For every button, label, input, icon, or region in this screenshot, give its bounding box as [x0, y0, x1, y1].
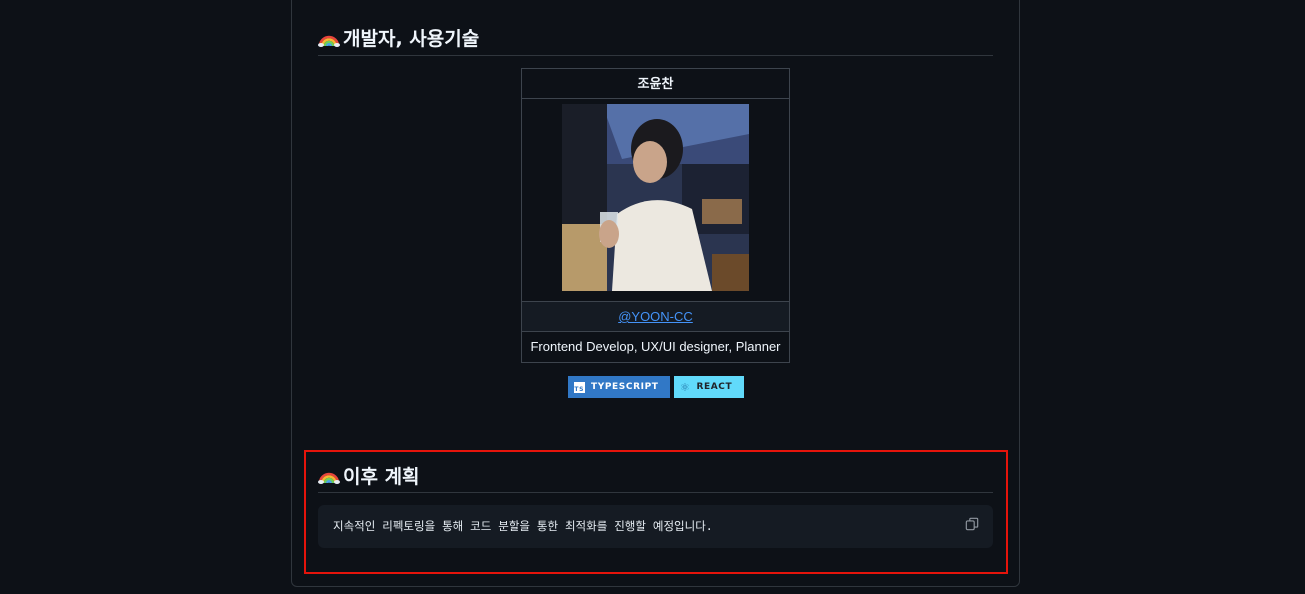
- developer-name: 조윤찬: [522, 69, 789, 99]
- plan-text: 지속적인 리펙토링을 통해 코드 분할을 통한 최적화를 진행할 예정입니다.: [333, 519, 713, 533]
- profile-link[interactable]: @YOON-CC: [618, 309, 693, 324]
- react-icon: ⚛: [680, 380, 691, 394]
- profile-link-cell: @YOON-CC: [522, 302, 789, 332]
- badge-label: REACT: [696, 382, 733, 392]
- badge-label: TYPESCRIPT: [591, 382, 659, 392]
- tech-badges: TS TYPESCRIPT ⚛ REACT: [568, 376, 744, 398]
- code-block: 지속적인 리펙토링을 통해 코드 분할을 통한 최적화를 진행할 예정입니다.: [318, 505, 993, 548]
- section-title: 개발자, 사용기술: [343, 28, 480, 50]
- photo-cell: [522, 99, 789, 302]
- profile-photo: [562, 104, 749, 291]
- typescript-badge[interactable]: TS TYPESCRIPT: [568, 376, 670, 398]
- rainbow-icon: [318, 472, 340, 484]
- developer-table: 조윤찬 @YOON-CC Frontend Develop, UX/UI des…: [521, 68, 790, 363]
- section-heading-developers: 개발자, 사용기술: [318, 20, 993, 56]
- rainbow-icon: [318, 35, 340, 47]
- typescript-icon: TS: [574, 381, 585, 393]
- developer-role: Frontend Develop, UX/UI designer, Planne…: [530, 339, 781, 354]
- section-title: 이후 계획: [343, 465, 420, 488]
- react-badge[interactable]: ⚛ REACT: [674, 376, 744, 398]
- section-heading-plans: 이후 계획: [318, 458, 993, 493]
- copy-icon[interactable]: [965, 517, 979, 531]
